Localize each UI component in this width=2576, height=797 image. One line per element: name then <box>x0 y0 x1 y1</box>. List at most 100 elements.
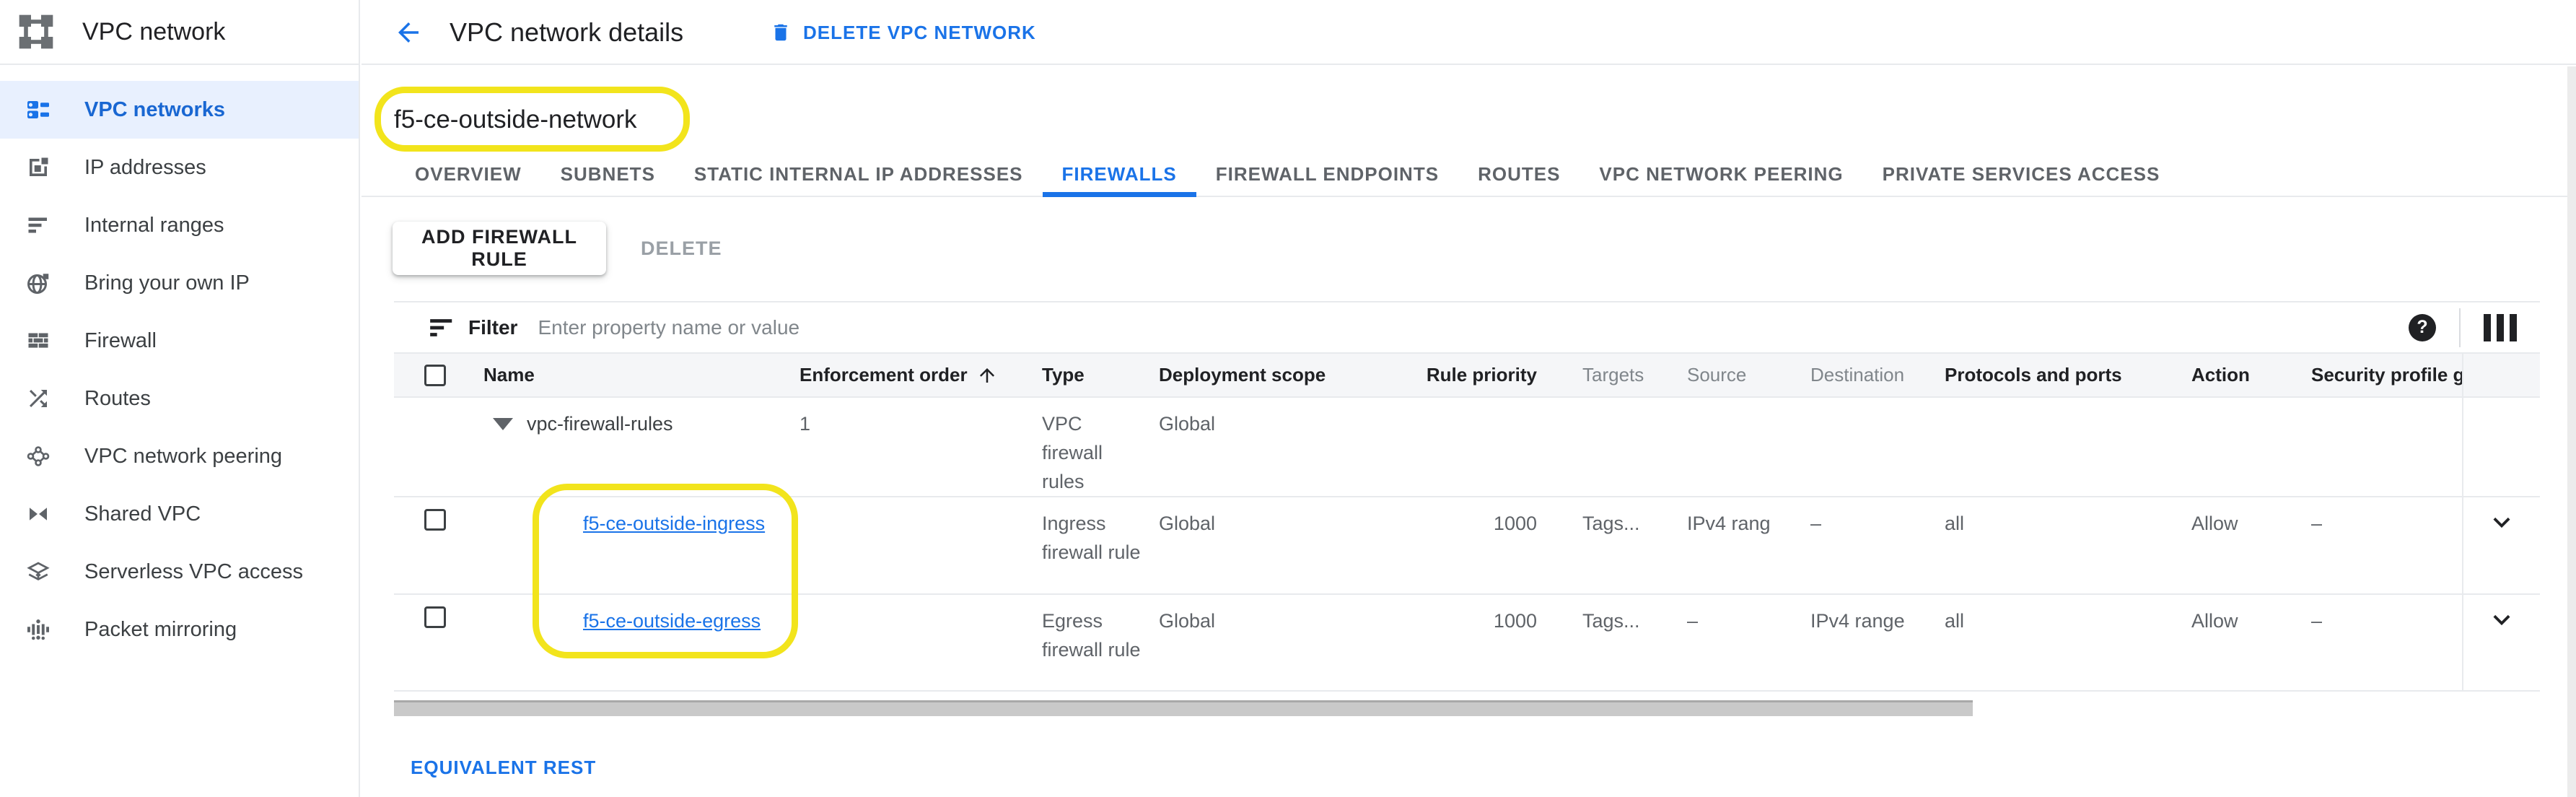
horizontal-scrollbar-thumb[interactable] <box>394 700 1973 716</box>
tab-routes[interactable]: ROUTES <box>1458 151 1580 197</box>
tab-private-services-access[interactable]: PRIVATE SERVICES ACCESS <box>1863 151 2180 197</box>
column-header-deployment-scope[interactable]: Deployment scope <box>1150 364 1367 386</box>
tab-subnets[interactable]: SUBNETS <box>541 151 675 197</box>
table-header-row: Name Enforcement order Type Deployment s… <box>394 354 2540 398</box>
checkbox-cell <box>394 595 475 690</box>
column-header-type[interactable]: Type <box>1033 364 1150 386</box>
product-title: VPC network <box>82 18 225 46</box>
column-header-action[interactable]: Action <box>2183 364 2303 386</box>
enforcement-order-cell: 1 <box>791 398 1033 496</box>
action-cell: Allow <box>2183 497 2303 593</box>
filter-label: Filter <box>468 316 517 339</box>
add-firewall-rule-button[interactable]: ADD FIREWALL RULE <box>393 222 606 275</box>
sidebar-nav: VPC networks IP addresses Internal <box>0 65 359 658</box>
collapse-triangle-icon[interactable] <box>493 418 513 430</box>
type-cell: Egress firewall rule <box>1033 595 1150 690</box>
destination-cell: – <box>1802 497 1936 593</box>
expand-cell <box>2462 398 2540 496</box>
vpc-network-peering-icon <box>25 443 51 469</box>
row-checkbox[interactable] <box>424 606 446 628</box>
ip-addresses-icon <box>25 154 51 180</box>
chevron-down-icon[interactable] <box>2485 506 2518 539</box>
table-row-f5-ce-outside-egress: f5-ce-outside-egress Egress firewall rul… <box>394 595 2540 692</box>
sidebar-item-label: Routes <box>84 387 151 411</box>
sidebar-item-packet-mirroring[interactable]: Packet mirroring <box>0 601 359 658</box>
back-arrow-icon[interactable] <box>393 17 424 48</box>
source-cell: IPv4 rang <box>1678 497 1802 593</box>
column-header-enforcement-order[interactable]: Enforcement order <box>791 364 1033 386</box>
sidebar-item-label: Serverless VPC access <box>84 560 303 584</box>
firewall-rule-link-ingress[interactable]: f5-ce-outside-ingress <box>583 513 765 534</box>
type-cell: VPC firewall rules <box>1033 398 1150 496</box>
column-header-name[interactable]: Name <box>475 364 791 386</box>
row-checkbox[interactable] <box>424 509 446 531</box>
column-header-rule-priority[interactable]: Rule priority <box>1367 364 1574 386</box>
sidebar: VPC network VPC networks <box>0 0 360 797</box>
shared-vpc-icon <box>25 501 51 527</box>
firewall-rules-table: Filter ? Name Enforcement order Type Dep… <box>394 301 2540 692</box>
action-cell: Allow <box>2183 595 2303 690</box>
firewall-rule-link-egress[interactable]: f5-ce-outside-egress <box>583 610 761 632</box>
sidebar-item-internal-ranges[interactable]: Internal ranges <box>0 196 359 254</box>
sidebar-item-ip-addresses[interactable]: IP addresses <box>0 139 359 196</box>
delete-rule-button[interactable]: DELETE <box>618 222 745 275</box>
sidebar-item-label: IP addresses <box>84 156 206 180</box>
sidebar-item-bring-your-own-ip[interactable]: Bring your own IP <box>0 254 359 312</box>
sort-ascending-icon <box>976 365 998 386</box>
enforcement-order-cell <box>791 497 1033 593</box>
equivalent-rest-link[interactable]: EQUIVALENT REST <box>411 757 596 779</box>
tab-bar: OVERVIEW SUBNETS STATIC INTERNAL IP ADDR… <box>362 151 2576 197</box>
sidebar-item-label: Packet mirroring <box>84 618 237 642</box>
network-name: f5-ce-outside-network <box>394 105 637 134</box>
delete-vpc-network-label: DELETE VPC NETWORK <box>803 22 1036 44</box>
tab-overview[interactable]: OVERVIEW <box>395 151 541 197</box>
column-header-source[interactable]: Source <box>1678 364 1802 386</box>
protocols-and-ports-cell: all <box>1936 595 2183 690</box>
sidebar-item-vpc-network-peering[interactable]: VPC network peering <box>0 427 359 485</box>
column-header-security-profile-group[interactable]: Security profile gro <box>2303 364 2462 386</box>
tab-firewalls[interactable]: FIREWALLS <box>1043 151 1196 197</box>
column-display-options-icon[interactable] <box>2484 314 2517 341</box>
sidebar-header: VPC network <box>0 0 359 65</box>
filter-icon <box>428 314 455 341</box>
tab-firewall-endpoints[interactable]: FIREWALL ENDPOINTS <box>1196 151 1458 197</box>
sidebar-item-label: VPC network peering <box>84 445 282 469</box>
filter-bar: Filter ? <box>394 302 2540 354</box>
security-profile-group-cell: – <box>2303 595 2462 690</box>
deployment-scope-cell: Global <box>1150 595 1367 690</box>
protocols-and-ports-cell: all <box>1936 497 2183 593</box>
sidebar-item-firewall[interactable]: Firewall <box>0 312 359 370</box>
filter-input[interactable] <box>538 316 2409 339</box>
column-header-destination[interactable]: Destination <box>1802 364 1936 386</box>
column-header-targets[interactable]: Targets <box>1574 364 1678 386</box>
sidebar-item-shared-vpc[interactable]: Shared VPC <box>0 485 359 543</box>
select-all-checkbox[interactable] <box>424 365 446 386</box>
sidebar-item-serverless-vpc-access[interactable]: Serverless VPC access <box>0 543 359 601</box>
filter-bar-divider <box>2459 308 2461 347</box>
bring-your-own-ip-icon <box>25 270 51 296</box>
serverless-vpc-access-icon <box>25 559 51 585</box>
checkbox-cell <box>394 398 475 496</box>
name-cell: f5-ce-outside-egress <box>475 595 791 690</box>
rule-priority-cell: 1000 <box>1367 497 1574 593</box>
chevron-down-icon[interactable] <box>2485 604 2518 637</box>
delete-vpc-network-button[interactable]: DELETE VPC NETWORK <box>770 0 1036 65</box>
help-icon[interactable]: ? <box>2409 314 2436 341</box>
header-checkbox-cell <box>394 365 475 386</box>
tab-static-internal-ip-addresses[interactable]: STATIC INTERNAL IP ADDRESSES <box>675 151 1043 197</box>
page-title: VPC network details <box>450 0 683 65</box>
sidebar-item-label: Shared VPC <box>84 502 201 526</box>
name-cell: f5-ce-outside-ingress <box>475 497 791 593</box>
targets-cell: Tags... <box>1574 595 1678 690</box>
source-cell: – <box>1678 595 1802 690</box>
group-name: vpc-firewall-rules <box>527 409 673 496</box>
group-name-cell: vpc-firewall-rules <box>475 398 791 496</box>
header-expand-column <box>2462 354 2540 396</box>
page-header: VPC network details DELETE VPC NETWORK <box>362 0 2576 65</box>
vertical-scrollbar[interactable] <box>2567 66 2576 797</box>
sidebar-item-routes[interactable]: Routes <box>0 370 359 427</box>
sidebar-item-vpc-networks[interactable]: VPC networks <box>0 81 359 139</box>
deployment-scope-cell: Global <box>1150 497 1367 593</box>
column-header-protocols-and-ports[interactable]: Protocols and ports <box>1936 364 2183 386</box>
tab-vpc-network-peering[interactable]: VPC NETWORK PEERING <box>1580 151 1862 197</box>
